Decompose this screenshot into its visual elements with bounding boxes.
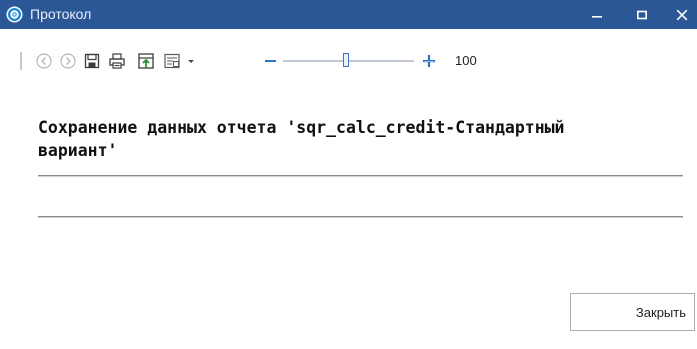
minimize-button[interactable] (582, 0, 612, 29)
report-toolbar: 100 (0, 48, 697, 74)
divider-top (38, 175, 683, 177)
page-setup-icon[interactable] (163, 52, 181, 70)
forward-icon[interactable] (59, 52, 77, 70)
divider-bottom (38, 216, 683, 218)
toolbar-grip[interactable] (20, 52, 22, 70)
maximize-icon (637, 10, 647, 19)
close-window-button[interactable] (672, 0, 697, 29)
maximize-button[interactable] (627, 0, 657, 29)
zoom-slider-thumb[interactable] (343, 53, 349, 67)
minimize-icon (592, 15, 602, 18)
title-bar[interactable]: Протокол (0, 0, 697, 29)
print-icon[interactable] (108, 52, 126, 70)
export-icon[interactable] (137, 52, 155, 70)
back-icon[interactable] (35, 52, 53, 70)
window-title: Протокол (30, 6, 92, 22)
close-icon (676, 9, 688, 20)
dropdown-arrow-icon[interactable] (186, 52, 196, 70)
save-icon[interactable] (83, 52, 101, 70)
zoom-level: 100 (455, 53, 477, 68)
report-title: Сохранение данных отчета 'sqr_calc_credi… (38, 118, 565, 160)
close-button[interactable]: Закрыть (570, 293, 695, 331)
app-logo-icon (6, 6, 23, 23)
zoom-in-icon[interactable] (422, 53, 436, 69)
zoom-out-icon[interactable] (264, 53, 278, 69)
protocol-window: Протокол 100 Сохранение данных отчета 's… (0, 0, 697, 349)
